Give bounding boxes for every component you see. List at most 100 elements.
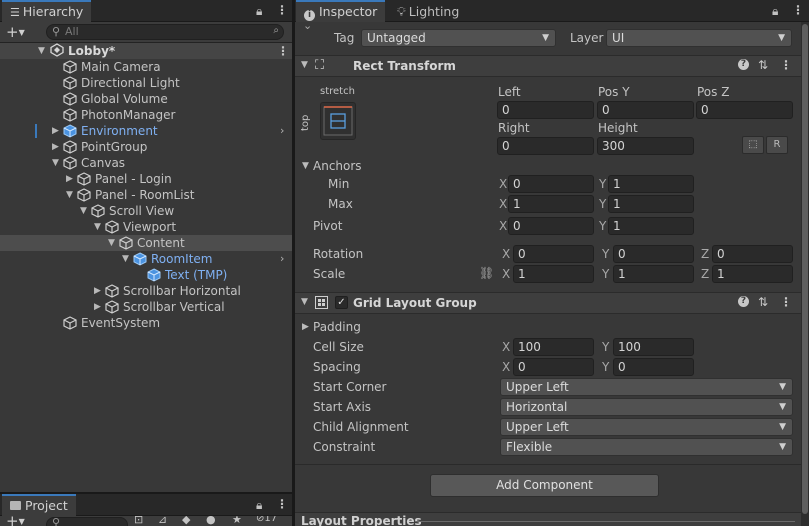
foldout-down-icon[interactable]: ▼	[301, 297, 308, 307]
posz-field[interactable]: 0	[696, 101, 793, 119]
start-axis-dropdown[interactable]: Horizontal ▼	[500, 398, 793, 416]
scale-z-field[interactable]: 1	[712, 265, 793, 283]
lock-icon[interactable]: 🔒︎	[256, 4, 262, 19]
anchor-presets-button[interactable]	[320, 102, 356, 140]
chevron-right-icon[interactable]: ▶	[94, 283, 101, 299]
height-field[interactable]: 300	[597, 137, 694, 155]
hierarchy-item[interactable]: ▶ Scrollbar Vertical	[0, 299, 292, 315]
chevron-down-icon[interactable]: ▼	[38, 43, 45, 59]
max-x-field[interactable]: 1	[508, 195, 594, 213]
anchors-foldout-icon[interactable]: ▼	[302, 161, 309, 171]
blueprint-mode-button[interactable]: ⬚	[742, 136, 764, 154]
constrain-proportions-icon[interactable]: ⛓︎	[479, 266, 494, 280]
rotation-z-field[interactable]: 0	[712, 245, 793, 263]
grid-layout-header[interactable]: ▼ ✓ Grid Layout Group ? ⇅ ⋮	[295, 292, 801, 314]
raw-edit-button[interactable]: R	[766, 136, 788, 154]
tab-lighting[interactable]: 💡︎ Lighting	[389, 0, 467, 22]
hierarchy-item[interactable]: PhotonManager	[0, 107, 292, 123]
pivot-y-field[interactable]: 1	[608, 217, 694, 235]
hierarchy-item[interactable]: ▶ Scrollbar Horizontal	[0, 283, 292, 299]
spacing-y-field[interactable]: 0	[613, 358, 694, 376]
error-icon[interactable]: ●	[206, 516, 216, 526]
scale-y-field[interactable]: 1	[613, 265, 694, 283]
min-y-field[interactable]: 1	[608, 175, 694, 193]
pivot-x-field[interactable]: 0	[508, 217, 594, 235]
component-menu-icon[interactable]: ⋮	[780, 295, 792, 309]
rotation-y-field[interactable]: 0	[613, 245, 694, 263]
hierarchy-item[interactable]: ▼ Scroll View	[0, 203, 292, 219]
component-menu-icon[interactable]: ⋮	[780, 58, 792, 72]
scrollbar-thumb[interactable]	[802, 24, 808, 514]
hierarchy-item[interactable]: ▼ Viewport	[0, 219, 292, 235]
chevron-down-icon[interactable]: ▼	[122, 251, 129, 267]
chevron-right-icon[interactable]: ▶	[52, 123, 59, 139]
project-add-icon[interactable]: +▼	[6, 516, 25, 526]
inspector-lock-icon[interactable]: 🔒︎	[772, 4, 778, 19]
search-by-label-icon[interactable]: ⊿	[158, 516, 167, 526]
help-icon[interactable]: ?	[738, 296, 749, 307]
hierarchy-item[interactable]: ▶ Environment ›	[0, 123, 292, 139]
chevron-down-icon[interactable]: ▼	[94, 219, 101, 235]
inspector-more-icon[interactable]: ⋮	[792, 3, 804, 17]
layout-properties-header[interactable]: Layout Properties	[295, 512, 801, 526]
presets-icon[interactable]: ⇅	[758, 58, 768, 72]
constraint-dropdown[interactable]: Flexible ▼	[500, 438, 793, 456]
start-corner-dropdown[interactable]: Upper Left ▼	[500, 378, 793, 396]
foldout-down-icon[interactable]: ▼	[301, 60, 308, 70]
add-component-button[interactable]: Add Component	[430, 474, 659, 497]
enabled-checkbox[interactable]: ✓	[335, 296, 348, 309]
chevron-down-icon[interactable]: ▼	[52, 155, 59, 171]
rotation-x-field[interactable]: 0	[513, 245, 594, 263]
max-y-field[interactable]: 1	[608, 195, 694, 213]
project-search-input[interactable]: ⚲	[46, 516, 128, 526]
scene-more-icon[interactable]: ⋮	[277, 43, 289, 59]
chevron-down-icon[interactable]: ▼	[108, 235, 115, 251]
min-x-field[interactable]: 0	[508, 175, 594, 193]
cell-size-y-field[interactable]: 100	[613, 338, 694, 356]
hierarchy-search-input[interactable]: ⚲ All ⌕	[46, 24, 284, 40]
hidden-packages-icon[interactable]: ⊘17	[256, 516, 277, 524]
hierarchy-item[interactable]: ▶ PointGroup	[0, 139, 292, 155]
right-field[interactable]: 0	[497, 137, 594, 155]
hierarchy-item[interactable]: EventSystem	[0, 315, 292, 331]
scene-row[interactable]: ▼ Lobby* ⋮	[0, 43, 292, 59]
favorite-icon[interactable]: ★	[232, 516, 242, 526]
more-icon[interactable]: ⋮	[276, 3, 288, 17]
presets-icon[interactable]: ⇅	[758, 295, 768, 309]
project-more-icon[interactable]: ⋮	[276, 497, 288, 511]
open-prefab-icon[interactable]: ›	[280, 123, 284, 139]
chevron-right-icon[interactable]: ▶	[94, 299, 101, 315]
tag-dropdown[interactable]: Untagged ▼	[361, 29, 556, 47]
hierarchy-item[interactable]: Main Camera	[0, 59, 292, 75]
padding-foldout-icon[interactable]: ▶	[302, 322, 309, 332]
help-icon[interactable]: ?	[738, 59, 749, 70]
chevron-right-icon[interactable]: ▶	[52, 139, 59, 155]
search-filter-icon[interactable]: ⌕	[273, 25, 279, 36]
cell-size-x-field[interactable]: 100	[513, 338, 594, 356]
open-prefab-icon[interactable]: ›	[280, 251, 284, 267]
tab-project[interactable]: Project	[2, 494, 76, 518]
header-fold-icon[interactable]: ⌄	[303, 19, 312, 32]
rect-transform-header[interactable]: ▼ ⛶ Rect Transform ? ⇅ ⋮	[295, 55, 801, 77]
inspector-scrollbar[interactable]	[801, 22, 809, 526]
tab-hierarchy[interactable]: ☰ Hierarchy	[2, 0, 92, 24]
chevron-down-icon[interactable]: ▼	[66, 187, 73, 203]
spacing-x-field[interactable]: 0	[513, 358, 594, 376]
hierarchy-item[interactable]: Text (TMP)	[0, 267, 292, 283]
chevron-right-icon[interactable]: ▶	[66, 171, 73, 187]
layer-dropdown[interactable]: UI ▼	[606, 29, 792, 47]
add-icon[interactable]: +▼	[6, 23, 25, 41]
hierarchy-item[interactable]: ▼ Content	[0, 235, 292, 251]
hierarchy-item[interactable]: Directional Light	[0, 75, 292, 91]
hierarchy-item[interactable]: ▼ RoomItem ›	[0, 251, 292, 267]
project-lock-icon[interactable]: 🔒︎	[256, 498, 262, 513]
hierarchy-item[interactable]: ▼ Panel - RoomList	[0, 187, 292, 203]
tag-icon[interactable]: ◆	[182, 516, 190, 526]
child-alignment-dropdown[interactable]: Upper Left ▼	[500, 418, 793, 436]
search-by-type-icon[interactable]: ⊡	[134, 516, 143, 526]
left-field[interactable]: 0	[497, 101, 594, 119]
posy-field[interactable]: 0	[597, 101, 694, 119]
chevron-down-icon[interactable]: ▼	[80, 203, 87, 219]
hierarchy-item[interactable]: ▼ Canvas	[0, 155, 292, 171]
hierarchy-item[interactable]: ▶ Panel - Login	[0, 171, 292, 187]
